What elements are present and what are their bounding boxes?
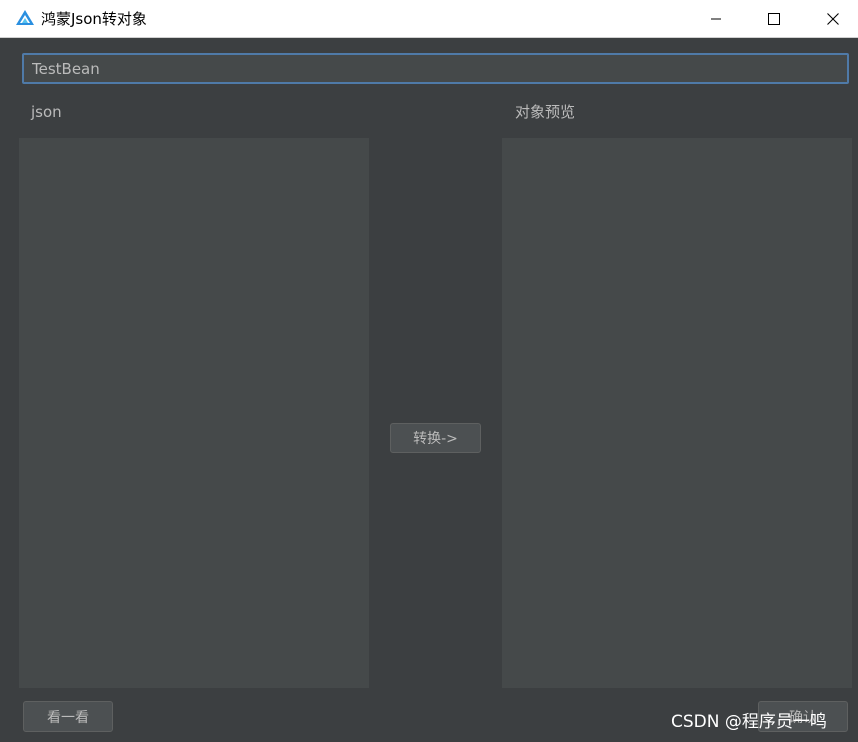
json-label: json — [31, 103, 62, 121]
class-name-input[interactable] — [22, 53, 849, 84]
close-icon — [827, 12, 839, 25]
minimize-icon — [710, 13, 722, 25]
title-bar: 鸿蒙Json转对象 — [0, 0, 858, 38]
preview-textarea[interactable] — [502, 138, 852, 688]
convert-button[interactable]: 转换-> — [390, 423, 481, 453]
look-button[interactable]: 看一看 — [23, 701, 113, 732]
csdn-watermark: CSDN @程序员一鸣 — [671, 712, 827, 732]
app-logo-icon — [15, 9, 35, 27]
window-title: 鸿蒙Json转对象 — [41, 10, 147, 28]
minimize-button[interactable] — [693, 0, 739, 37]
maximize-button[interactable] — [751, 0, 797, 37]
preview-label: 对象预览 — [515, 103, 576, 121]
maximize-icon — [768, 12, 780, 25]
close-button[interactable] — [810, 0, 856, 37]
json-textarea[interactable] — [19, 138, 369, 688]
